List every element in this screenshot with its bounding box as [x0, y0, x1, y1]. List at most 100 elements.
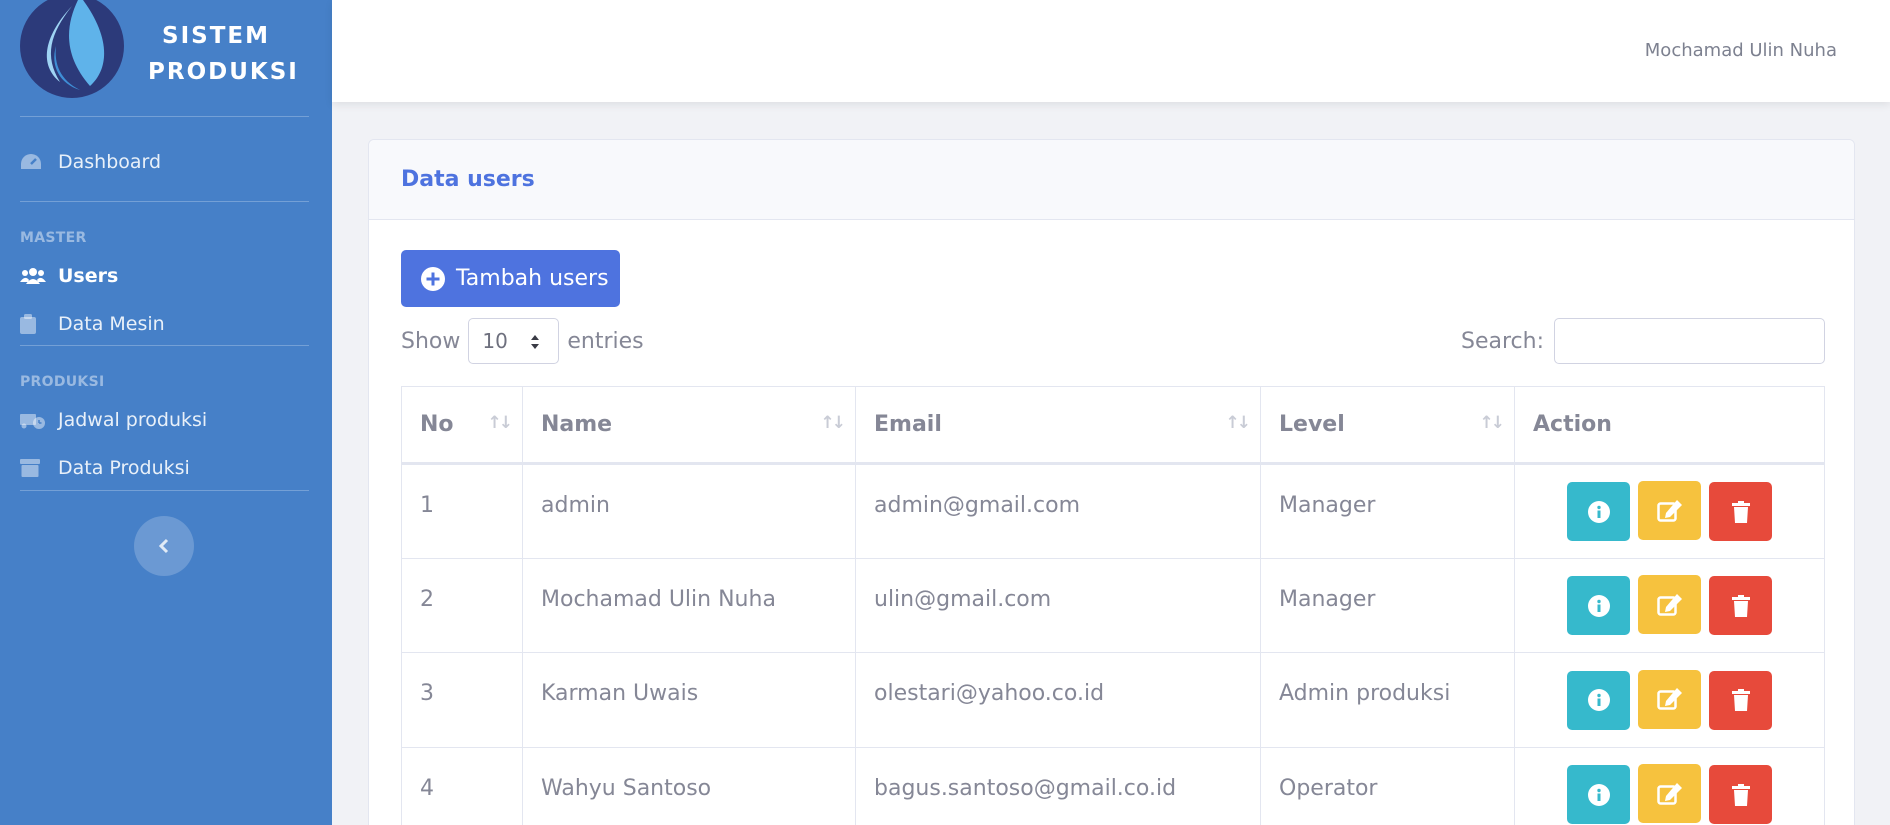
delete-button[interactable] [1709, 765, 1772, 825]
sidebar-toggle-button[interactable] [134, 516, 194, 576]
info-button[interactable] [1567, 765, 1630, 825]
topbar: Mochamad Ulin Nuha [332, 0, 1890, 102]
archive-icon [20, 457, 58, 479]
cell-name: Karman Uwais [522, 652, 856, 748]
column-header-level[interactable]: Level ↑↓ [1260, 386, 1515, 465]
cell-no: 3 [401, 652, 523, 748]
sidebar-item-label: Data Mesin [58, 313, 165, 335]
sidebar-item-data-mesin[interactable]: Data Mesin [20, 306, 165, 342]
trash-icon [1731, 783, 1750, 806]
edit-icon [1656, 593, 1682, 616]
entries-select[interactable]: 10 [468, 318, 560, 364]
sidebar-divider [20, 490, 309, 491]
sidebar-item-label: Jadwal produksi [58, 409, 208, 431]
cell-level: Manager [1260, 463, 1515, 559]
edit-button[interactable] [1638, 481, 1701, 541]
add-user-button[interactable]: Tambah users [401, 250, 620, 307]
users-icon [20, 265, 58, 287]
edit-button[interactable] [1638, 669, 1701, 729]
info-icon [1587, 500, 1610, 523]
sidebar-heading-produksi: PRODUKSI [20, 374, 105, 390]
column-header-name[interactable]: Name ↑↓ [522, 386, 856, 465]
table-row: 1 admin admin@gmail.com Manager [401, 463, 1825, 559]
edit-icon [1656, 688, 1682, 710]
cell-level: Manager [1260, 557, 1515, 653]
column-header-no[interactable]: No ↑↓ [401, 386, 523, 465]
brand[interactable]: SISTEM PRODUKSI [0, 0, 332, 116]
sidebar-item-users[interactable]: Users [20, 258, 118, 294]
sidebar-item-label: Users [58, 265, 119, 287]
column-label: Level [1279, 412, 1345, 437]
cell-no: 2 [401, 557, 523, 653]
search-area: Search: [1461, 318, 1825, 364]
cell-actions [1514, 746, 1825, 825]
user-name[interactable]: Mochamad Ulin Nuha [1645, 40, 1837, 61]
brand-line-1: SISTEM [162, 23, 270, 49]
info-icon [1587, 689, 1610, 712]
logo-icon [20, 0, 124, 98]
cell-email: bagus.santoso@gmail.co.id [855, 746, 1261, 825]
sidebar-item-jadwal-produksi[interactable]: Jadwal produksi [20, 402, 207, 438]
info-button[interactable] [1567, 482, 1630, 542]
column-label: Email [874, 412, 942, 437]
column-label: Action [1533, 412, 1612, 437]
tachometer-icon [20, 151, 58, 173]
sort-icon: ↑↓ [1479, 413, 1505, 433]
clipboard-icon [20, 313, 58, 335]
column-label: Name [541, 412, 613, 437]
edit-icon [1656, 782, 1682, 805]
show-entries: Show 10 entries [401, 318, 644, 364]
delete-button[interactable] [1709, 482, 1772, 542]
delete-button[interactable] [1709, 576, 1772, 636]
entries-value: 10 [482, 329, 508, 353]
sort-caret-icon [531, 335, 540, 349]
edit-button[interactable] [1638, 764, 1701, 824]
edit-button[interactable] [1638, 575, 1701, 635]
sidebar-item-label: Dashboard [58, 151, 162, 173]
entries-label: entries [567, 328, 644, 354]
card-title: Data users [401, 167, 535, 192]
sidebar-item-label: Data Produksi [58, 457, 190, 479]
cell-email: admin@gmail.com [855, 463, 1261, 559]
column-header-action: Action [1514, 386, 1825, 465]
cell-email: ulin@gmail.com [855, 557, 1261, 653]
info-button[interactable] [1567, 670, 1630, 730]
cell-name: admin [522, 463, 856, 559]
info-button[interactable] [1567, 576, 1630, 636]
sort-icon: ↑↓ [487, 413, 513, 433]
chevron-left-icon [158, 538, 169, 554]
brand-title: SISTEM PRODUKSI [148, 18, 299, 90]
sidebar-item-data-produksi[interactable]: Data Produksi [20, 450, 190, 486]
users-table: No ↑↓ Name ↑↓ Email ↑↓ Level ↑↓ Action 1… [401, 386, 1825, 825]
sidebar-divider [20, 201, 309, 202]
info-icon [1587, 783, 1610, 806]
cell-no: 1 [401, 463, 523, 559]
data-users-card: Data users Tambah users Show 10 entries … [368, 139, 1855, 825]
column-header-email[interactable]: Email ↑↓ [855, 386, 1261, 465]
trash-icon [1731, 689, 1750, 712]
search-label: Search: [1461, 328, 1544, 354]
sidebar-divider [20, 345, 309, 346]
brand-line-2: PRODUKSI [148, 59, 299, 85]
card-header: Data users [369, 140, 1854, 220]
table-row: 4 Wahyu Santoso bagus.santoso@gmail.co.i… [401, 746, 1825, 825]
search-input[interactable] [1554, 318, 1825, 364]
table-row: 2 Mochamad Ulin Nuha ulin@gmail.com Mana… [401, 557, 1825, 653]
cell-email: olestari@yahoo.co.id [855, 652, 1261, 748]
info-icon [1587, 594, 1610, 617]
cell-name: Mochamad Ulin Nuha [522, 557, 856, 653]
cell-level: Operator [1260, 746, 1515, 825]
sidebar-divider [20, 116, 309, 117]
truck-clock-icon [20, 409, 58, 431]
cell-level: Admin produksi [1260, 652, 1515, 748]
column-label: No [420, 412, 454, 437]
show-label: Show [401, 328, 461, 354]
delete-button[interactable] [1709, 670, 1772, 730]
plus-circle-icon [421, 266, 445, 291]
cell-actions [1514, 652, 1825, 748]
cell-actions [1514, 463, 1825, 559]
sidebar-item-dashboard[interactable]: Dashboard [20, 144, 161, 180]
cell-name: Wahyu Santoso [522, 746, 856, 825]
add-user-label: Tambah users [456, 266, 609, 291]
trash-icon [1731, 500, 1750, 523]
